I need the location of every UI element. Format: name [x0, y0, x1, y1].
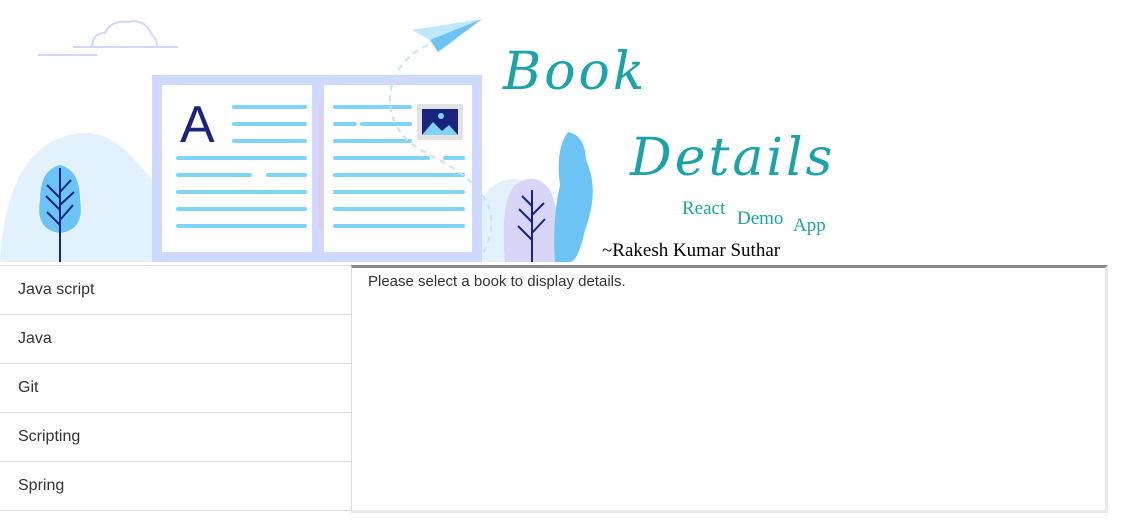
book-illustration: A: [0, 19, 593, 262]
book-list-item-javascript[interactable]: Java script: [0, 266, 351, 315]
subtitle-app: App: [793, 215, 826, 236]
book-list-item-scripting[interactable]: Scripting: [0, 413, 351, 462]
book-list-item-java[interactable]: Java: [0, 315, 351, 364]
header-banner: A Book Details React Demo App ~Rakesh Ku…: [0, 0, 1134, 265]
book-list-item-git[interactable]: Git: [0, 364, 351, 413]
book-details-panel: Please select a book to display details.: [351, 265, 1108, 513]
book-list-item-spring[interactable]: Spring: [0, 462, 351, 511]
image-icon: [417, 104, 463, 140]
hill-shape: [0, 132, 175, 262]
title-book: Book: [503, 42, 648, 102]
subtitle-react: React: [682, 198, 726, 219]
open-book-image: A: [152, 75, 482, 262]
details-placeholder-text: Please select a book to display details.: [368, 273, 626, 290]
subtitle-demo: Demo: [737, 208, 784, 229]
author-credit: ~Rakesh Kumar Suthar: [602, 240, 781, 261]
book-list: Java script Java Git Scripting Spring: [0, 265, 352, 511]
title-details: Details: [630, 128, 836, 188]
plant-icon: [503, 132, 593, 262]
illustration-letter: A: [180, 96, 215, 154]
cloud-icon: [38, 20, 178, 56]
